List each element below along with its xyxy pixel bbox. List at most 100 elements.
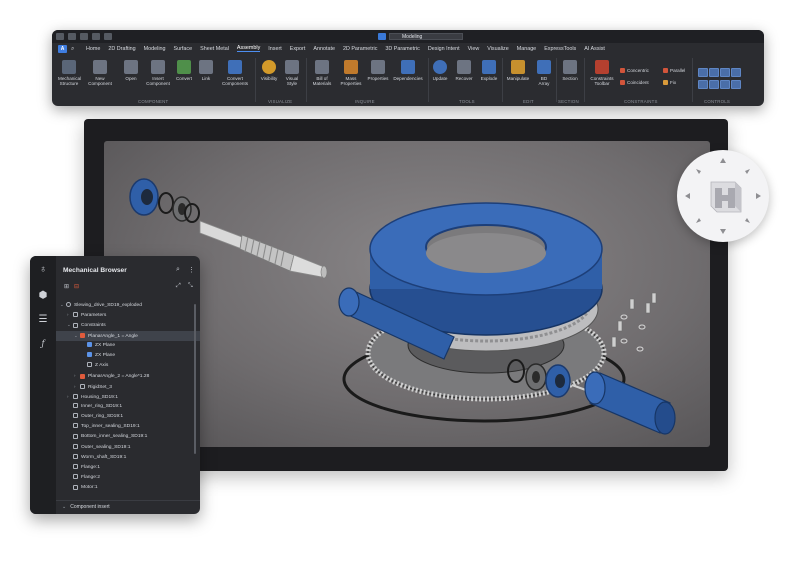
redo-icon[interactable] bbox=[104, 33, 112, 40]
tree-item[interactable]: ZX Plane bbox=[56, 341, 200, 351]
control-toggle-2[interactable] bbox=[709, 68, 719, 77]
link-button[interactable]: Link bbox=[198, 60, 214, 81]
convert-components-button[interactable]: Convert Components bbox=[218, 60, 252, 86]
tree-scrollbar[interactable] bbox=[194, 304, 196, 454]
tree-item[interactable]: Top_inner_sealing_SD19:1 bbox=[56, 422, 200, 432]
constraints-toolbar-button[interactable]: Constraints Toolbar bbox=[587, 60, 617, 86]
recover-button[interactable]: Recover bbox=[453, 60, 475, 81]
app-logo-icon[interactable]: A bbox=[58, 44, 67, 53]
control-toggle-7[interactable] bbox=[720, 80, 730, 89]
parallel-button[interactable]: Parallel bbox=[663, 68, 685, 74]
tab-annotate[interactable]: Annotate bbox=[313, 46, 335, 52]
recover-icon bbox=[457, 60, 471, 74]
convert-button[interactable]: Convert bbox=[174, 60, 194, 81]
tab-visualize[interactable]: Visualize bbox=[487, 46, 508, 52]
tree-item[interactable]: › PlanarAngle_2 = Angle*1.28 bbox=[56, 371, 200, 381]
section-button[interactable]: Section bbox=[559, 60, 581, 81]
undo-icon[interactable] bbox=[92, 33, 100, 40]
filter-icon[interactable]: ⊞ bbox=[64, 283, 69, 290]
tree-item-label: PlanarAngle_2 = Angle*1.28 bbox=[88, 374, 150, 380]
tab-insert[interactable]: Insert bbox=[268, 46, 281, 52]
control-toggle-8[interactable] bbox=[731, 80, 741, 89]
tab-view[interactable]: View bbox=[468, 46, 480, 52]
new-file-icon[interactable] bbox=[56, 33, 64, 40]
component-icon bbox=[73, 433, 78, 439]
visual-style-icon bbox=[285, 60, 299, 74]
tab-assembly[interactable]: Assembly bbox=[236, 45, 261, 52]
tree-item[interactable]: Flange:2 bbox=[56, 473, 200, 483]
search-icon[interactable]: ⌕ bbox=[176, 266, 180, 274]
bill-of-materials-button[interactable]: Bill of Materials bbox=[310, 60, 334, 86]
new-component-button[interactable]: New Component bbox=[86, 60, 114, 86]
control-toggle-3[interactable] bbox=[720, 68, 730, 77]
fix-button[interactable]: Fix bbox=[663, 80, 676, 86]
tree-item[interactable]: ⌄ Constraints bbox=[56, 320, 200, 330]
more-options-icon[interactable]: ⋮ bbox=[188, 266, 195, 274]
collapse-icon[interactable]: ⤡ bbox=[188, 283, 193, 290]
tree-item-label: Constraints bbox=[81, 323, 106, 329]
panel-sidebar: ♁ ⬢ ☰ ƒ bbox=[30, 256, 56, 514]
explode-button[interactable]: Explode bbox=[478, 60, 500, 81]
component-icon bbox=[73, 403, 78, 409]
tab-export[interactable]: Export bbox=[290, 46, 306, 52]
update-button[interactable]: Update bbox=[430, 60, 450, 81]
tree-item[interactable]: › Housing_SD19:1 bbox=[56, 392, 200, 402]
tree-structure-icon[interactable]: ☰ bbox=[37, 314, 49, 326]
ribbon-tabs: A ⌕ Home 2D Drafting Modeling Surface Sheet … bbox=[52, 43, 764, 54]
mechanical-structure-button[interactable]: Mechanical Structure bbox=[58, 60, 81, 86]
tab-manage[interactable]: Manage bbox=[517, 46, 536, 52]
tree-item[interactable]: Bottom_inner_sealing_SD19:1 bbox=[56, 432, 200, 442]
tree-item[interactable]: Motor:1 bbox=[56, 483, 200, 493]
insert-component-button[interactable]: Insert Component bbox=[144, 60, 172, 86]
function-icon[interactable]: ƒ bbox=[37, 338, 49, 350]
tree-item[interactable]: ⌄ Slewing_drive_SD19_exploded bbox=[56, 300, 200, 310]
chevron-down-icon: ⌄ bbox=[62, 504, 67, 510]
tab-surface[interactable]: Surface bbox=[174, 46, 193, 52]
tab-2d-parametric[interactable]: 2D Parametric bbox=[343, 46, 377, 52]
cube-icon[interactable]: ⬢ bbox=[37, 290, 49, 302]
tree-item[interactable]: › Parameters bbox=[56, 310, 200, 320]
workspace-select[interactable]: Modeling bbox=[389, 33, 463, 40]
constraint-filter-icon[interactable]: ⊟ bbox=[74, 283, 79, 290]
tree-item[interactable]: Z Axis bbox=[56, 361, 200, 371]
concentric-button[interactable]: Concentric bbox=[620, 68, 649, 74]
open-button[interactable]: Open bbox=[122, 60, 140, 81]
tree-item[interactable]: Inner_ring_SD19:1 bbox=[56, 402, 200, 412]
dependencies-button[interactable]: Dependencies bbox=[392, 60, 424, 81]
tab-2d-drafting[interactable]: 2D Drafting bbox=[108, 46, 135, 52]
tree-item[interactable]: ZX Plane bbox=[56, 351, 200, 361]
expand-icon[interactable]: ⤢ bbox=[176, 283, 181, 290]
coincident-button[interactable]: Coincident bbox=[620, 80, 649, 86]
visual-style-button[interactable]: Visual Style bbox=[282, 60, 302, 86]
insert-component-icon bbox=[151, 60, 165, 74]
lightbulb-icon[interactable]: ♁ bbox=[37, 264, 49, 276]
control-toggle-5[interactable] bbox=[698, 80, 708, 89]
tab-ai-assist[interactable]: AI Assist bbox=[584, 46, 605, 52]
tree-item[interactable]: › RigidSet_3 bbox=[56, 382, 200, 392]
save-icon[interactable] bbox=[80, 33, 88, 40]
tab-home[interactable]: Home bbox=[86, 46, 100, 52]
search-icon[interactable]: ⌕ bbox=[71, 45, 79, 53]
visibility-button[interactable]: Visibility bbox=[259, 60, 279, 81]
tab-expresstools[interactable]: ExpressTools bbox=[544, 46, 576, 52]
mass-properties-button[interactable]: Mass Properties bbox=[338, 60, 364, 86]
properties-button[interactable]: Properties bbox=[366, 60, 390, 81]
view-cube[interactable] bbox=[677, 150, 769, 242]
tree-item[interactable]: Outer_sealing_SD19:1 bbox=[56, 443, 200, 453]
control-toggle-1[interactable] bbox=[698, 68, 708, 77]
tree-item[interactable]: Worm_shaft_SD19:1 bbox=[56, 453, 200, 463]
tab-design-intent[interactable]: Design Intent bbox=[428, 46, 460, 52]
tree-item[interactable]: Outer_ring_SD19:1 bbox=[56, 412, 200, 422]
tree-item[interactable]: Flange:1 bbox=[56, 463, 200, 473]
tab-sheet-metal[interactable]: Sheet Metal bbox=[200, 46, 229, 52]
tree-item[interactable]: ⌄ PlanarAngle_1 = Angle bbox=[56, 330, 200, 341]
open-file-icon[interactable] bbox=[68, 33, 76, 40]
bd-array-button[interactable]: BD Array bbox=[535, 60, 553, 86]
control-toggle-4[interactable] bbox=[731, 68, 741, 77]
control-toggle-6[interactable] bbox=[709, 80, 719, 89]
manipulate-button[interactable]: Manipulate bbox=[504, 60, 532, 81]
tab-modeling[interactable]: Modeling bbox=[144, 46, 166, 52]
component-insert-section[interactable]: ⌄ Component insert bbox=[56, 500, 200, 512]
tree-item-label: Outer_ring_SD19:1 bbox=[81, 414, 124, 420]
tab-3d-parametric[interactable]: 3D Parametric bbox=[385, 46, 419, 52]
